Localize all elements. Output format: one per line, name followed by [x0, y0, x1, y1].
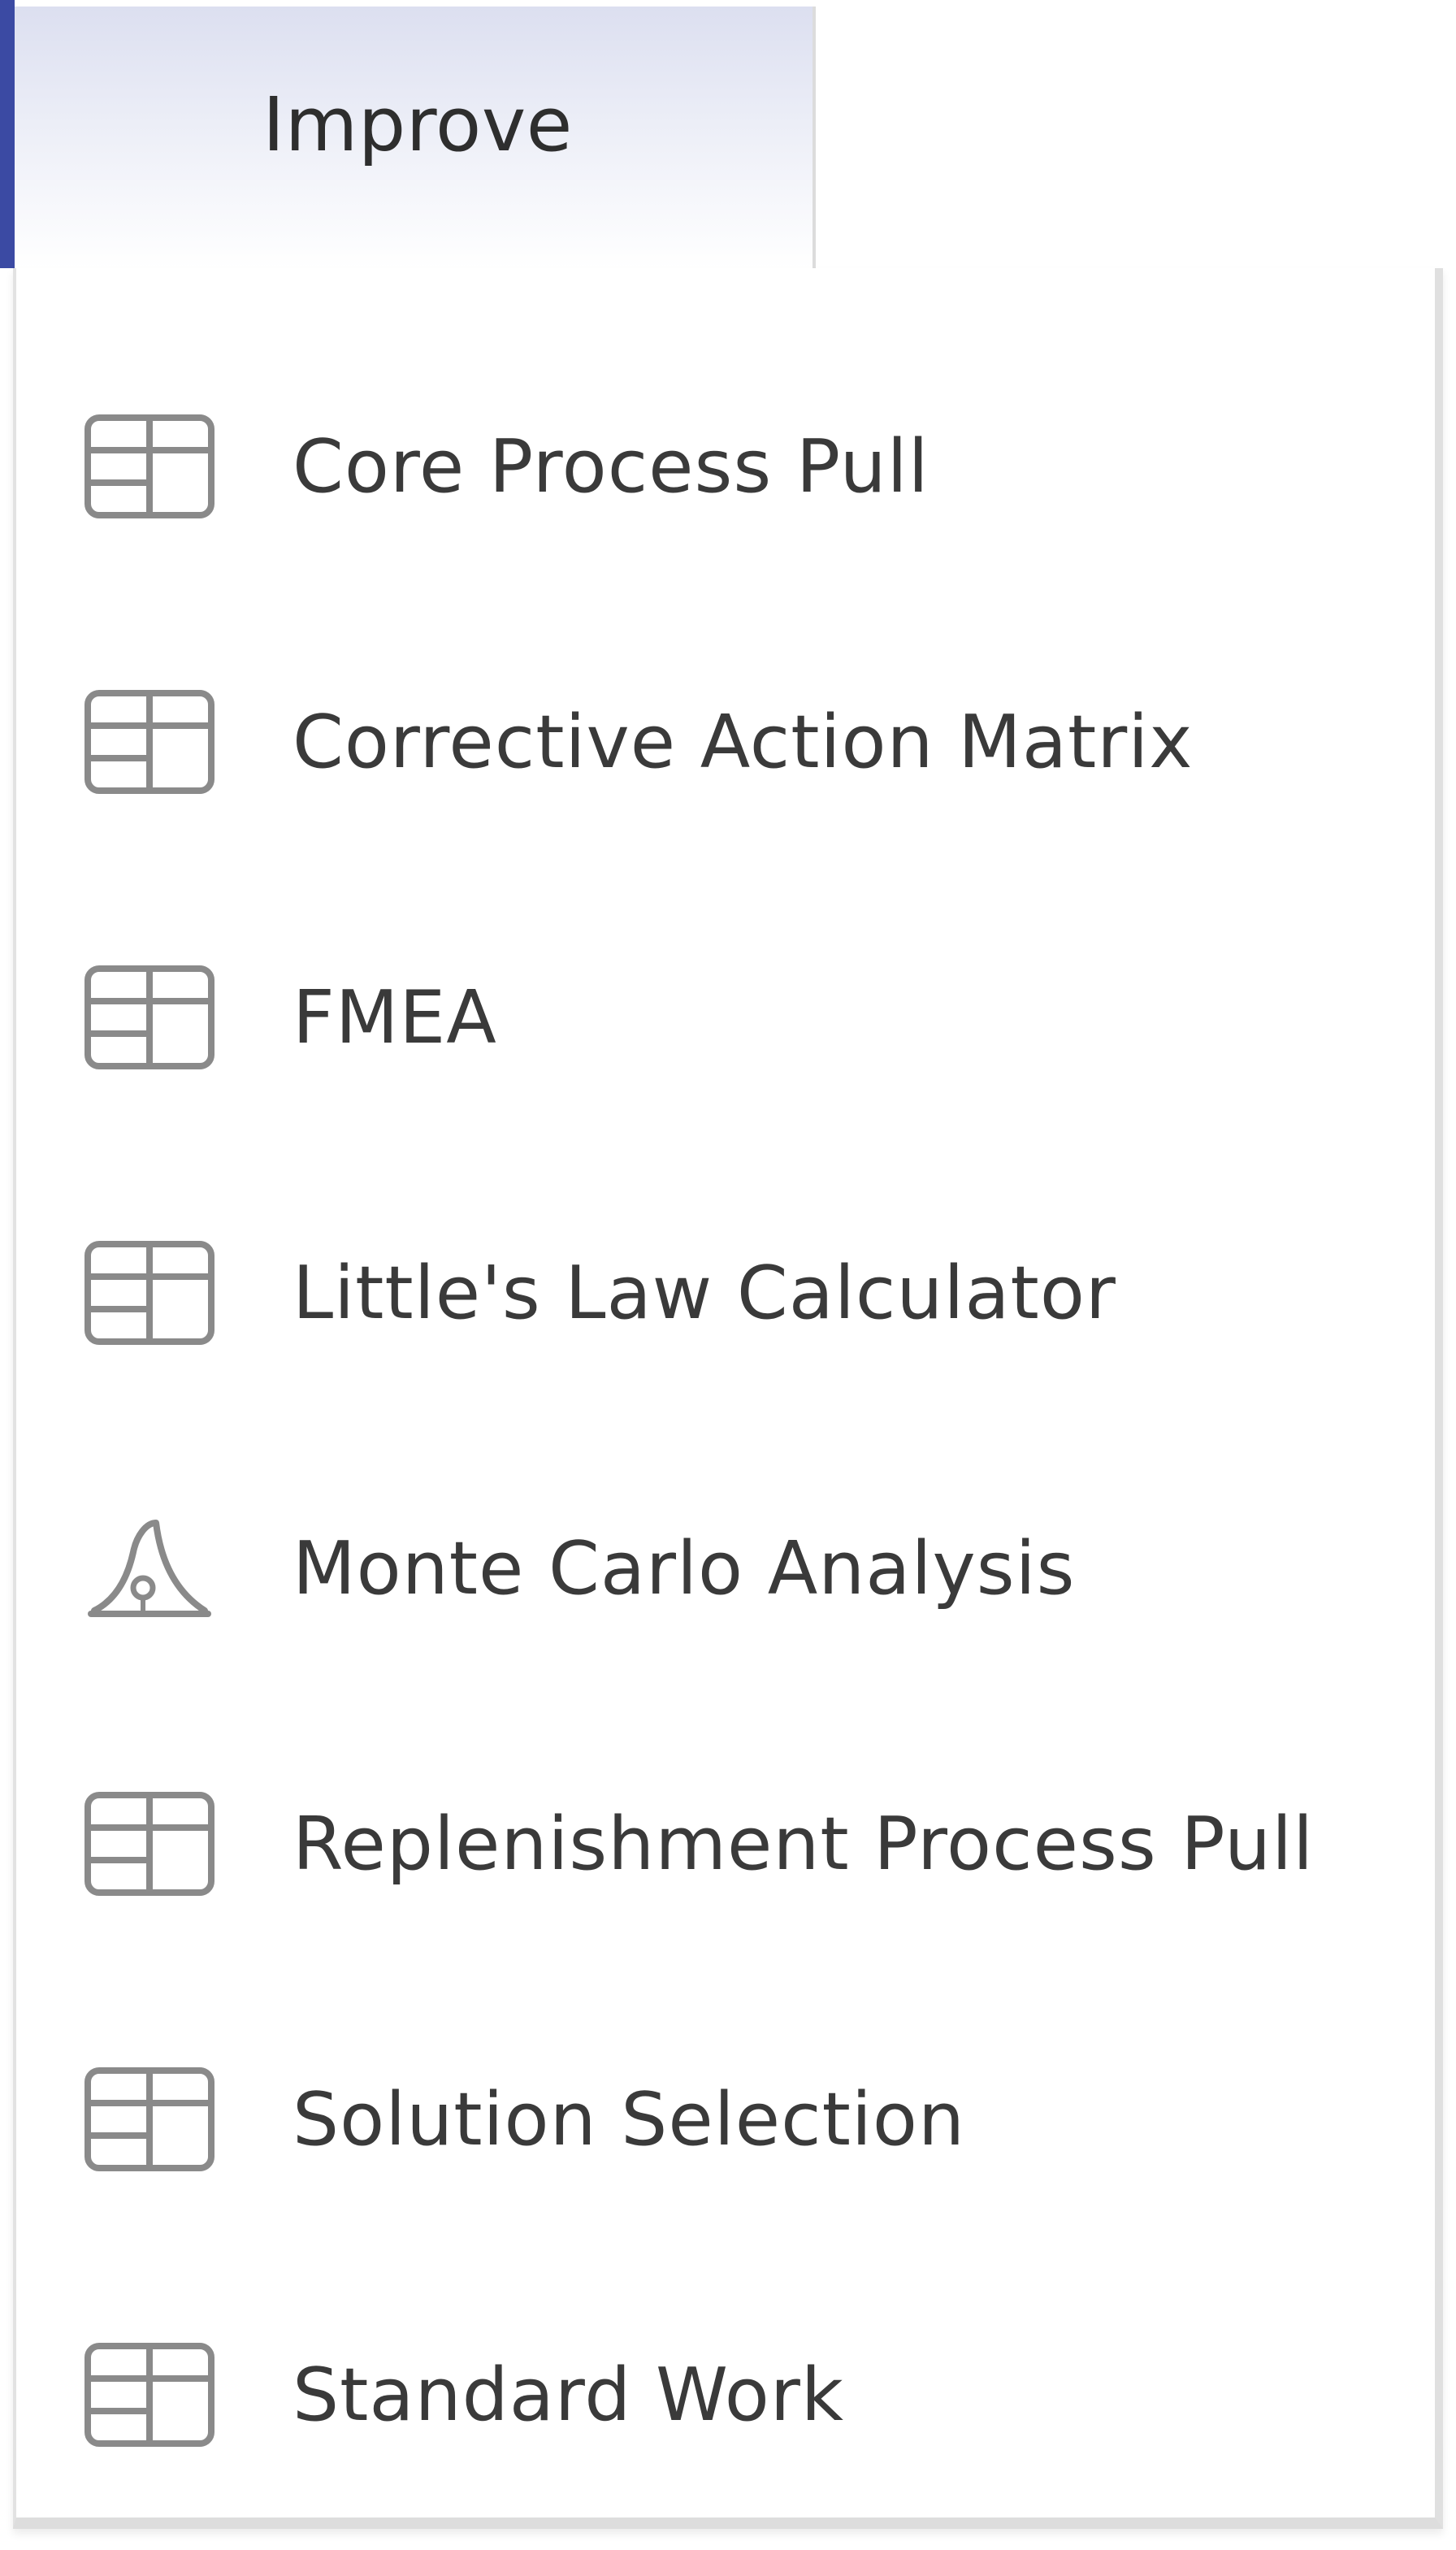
improve-menu-screen: Improve Core Process Pull Corrective Act… — [0, 0, 1456, 2550]
table-grid-icon — [84, 965, 214, 1069]
menu-item-label: Corrective Action Matrix — [292, 699, 1194, 785]
table-grid-icon — [84, 2343, 214, 2447]
menu-item-corrective-action-matrix[interactable]: Corrective Action Matrix — [84, 677, 1410, 807]
menu-item-standard-work[interactable]: Standard Work — [84, 2330, 1410, 2460]
dropdown-menu: Core Process Pull Corrective Action Matr… — [13, 268, 1443, 2529]
menu-item-monte-carlo-analysis[interactable]: Monte Carlo Analysis — [84, 1503, 1410, 1633]
table-grid-icon — [84, 1792, 214, 1896]
menu-item-label: Little's Law Calculator — [292, 1250, 1116, 1336]
menu-item-label: Standard Work — [292, 2352, 844, 2438]
tab-improve[interactable]: Improve — [15, 7, 816, 268]
menu-item-label: Replenishment Process Pull — [292, 1801, 1315, 1887]
menu-item-label: Monte Carlo Analysis — [292, 1525, 1076, 1611]
menu-item-fmea[interactable]: FMEA — [84, 952, 1410, 1082]
menu-item-solution-selection[interactable]: Solution Selection — [84, 2054, 1410, 2184]
menu-item-label: Solution Selection — [292, 2076, 965, 2162]
tab-label: Improve — [262, 80, 573, 168]
menu-item-replenishment-process-pull[interactable]: Replenishment Process Pull — [84, 1779, 1410, 1909]
menu-item-label: Core Process Pull — [292, 423, 930, 510]
table-grid-icon — [84, 2067, 214, 2171]
menu-item-core-process-pull[interactable]: Core Process Pull — [84, 401, 1410, 531]
active-tab-indicator — [0, 0, 15, 268]
menu-item-littles-law-calculator[interactable]: Little's Law Calculator — [84, 1228, 1410, 1358]
table-grid-icon — [84, 1241, 214, 1345]
menu-item-label: FMEA — [292, 974, 497, 1060]
table-grid-icon — [84, 414, 214, 518]
table-grid-icon — [84, 690, 214, 794]
distribution-curve-icon — [84, 1516, 214, 1620]
